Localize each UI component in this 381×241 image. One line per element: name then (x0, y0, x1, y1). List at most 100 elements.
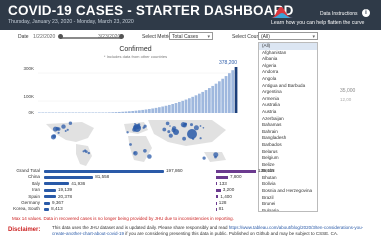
bar-value-secondary: 81 (218, 206, 224, 212)
y-tick-bottom: 0K (28, 110, 34, 115)
country-option[interactable]: Bahrain (259, 129, 317, 136)
country-bar[interactable] (44, 182, 70, 186)
case-bubble (182, 136, 187, 141)
trend-bar (84, 112, 88, 113)
case-bubble (169, 125, 171, 127)
trend-bar (38, 112, 41, 113)
country-option[interactable]: Bangladesh (259, 135, 317, 142)
country-bar-secondary[interactable] (216, 188, 221, 192)
case-bubble (199, 125, 202, 127)
country-option[interactable]: Barbados (259, 142, 317, 149)
trend-bar (188, 98, 191, 113)
country-bar[interactable] (44, 207, 50, 211)
country-value: (All) (261, 34, 270, 40)
case-bubble (199, 137, 202, 140)
confirmed-note: * Includes data from other countries (103, 54, 168, 59)
case-bubble (193, 125, 199, 131)
footnote: Max 14 values. Data in recovered cases i… (12, 216, 234, 221)
country-bar-secondary[interactable] (216, 169, 256, 173)
data-instructions-link[interactable]: Data Instructions (320, 11, 358, 17)
country-option[interactable]: Argentina (259, 89, 317, 96)
country-bar[interactable] (44, 188, 56, 192)
trend-bar (51, 112, 55, 113)
country-bar-secondary[interactable] (216, 201, 217, 205)
flatten-curve-link[interactable]: Learn how you can help flatten the curve (271, 20, 364, 26)
country-select[interactable]: (All) ▾ (258, 32, 318, 40)
case-bubble (214, 155, 217, 159)
confirmed-panel: Confirmed * Includes data from other cou… (12, 44, 259, 169)
trend-bar (138, 110, 141, 113)
case-bubble (57, 131, 60, 134)
dashboard-title: COVID-19 CASES - STARTER DASHBOARD (8, 3, 294, 18)
trend-bar (134, 110, 138, 113)
bar-value-secondary: 3,200 (222, 187, 235, 193)
country-option[interactable]: Andorra (259, 69, 317, 76)
country-bar-secondary[interactable] (216, 182, 218, 186)
country-option[interactable]: (All) (259, 43, 317, 50)
country-bar-secondary[interactable] (216, 175, 228, 179)
case-bubble (143, 124, 147, 128)
country-bar[interactable] (44, 169, 164, 173)
flatten-curve-icon[interactable] (271, 5, 293, 19)
world-map[interactable] (36, 116, 246, 168)
chevron-down-icon: ▾ (312, 34, 315, 40)
bar-value: 197,860 (166, 168, 183, 173)
bar-value: 41,936 (71, 180, 86, 186)
metric-value: Total Cases (172, 34, 199, 40)
trend-bar (181, 100, 185, 113)
metric-label: Select Metric (142, 34, 171, 40)
trend-bar (118, 111, 121, 113)
trend-bar (64, 112, 68, 113)
bar-label: Italy (31, 180, 40, 186)
case-bubble (143, 149, 147, 153)
case-bubble (64, 130, 67, 132)
bar-label: Spain (28, 193, 40, 199)
trend-bar (78, 112, 81, 113)
slider-start-handle[interactable] (58, 34, 63, 39)
country-bar[interactable] (44, 195, 56, 199)
bar-value-secondary: 1,400 (220, 193, 232, 199)
trend-bar (194, 95, 198, 113)
bar-label: Korea, South (13, 206, 40, 212)
trend-bar (224, 76, 228, 113)
case-bubble (184, 122, 187, 126)
trend-bar (121, 111, 125, 113)
country-option[interactable]: Antigua and Barbuda (259, 83, 317, 90)
trend-bar (168, 104, 171, 113)
case-bubble (68, 121, 73, 125)
country-bar-secondary[interactable] (216, 195, 219, 199)
right-panel-value: 35,000 (340, 88, 356, 94)
bar-label: Germany (21, 200, 40, 205)
case-bubble (168, 133, 173, 138)
country-bar[interactable] (44, 201, 50, 205)
trend-bar (174, 103, 178, 113)
trend-bar (148, 108, 151, 113)
country-option[interactable]: Azerbaijan (259, 116, 317, 123)
info-icon[interactable]: i (362, 9, 370, 17)
trend-bar (71, 112, 75, 113)
country-option[interactable]: Angola (259, 76, 317, 83)
trend-bar (144, 109, 148, 113)
country-option[interactable]: Afghanistan (259, 50, 317, 57)
country-option[interactable]: Belarus (259, 149, 317, 156)
country-option[interactable]: Algeria (259, 63, 317, 70)
case-bubble (129, 143, 132, 146)
trend-bar (191, 96, 195, 113)
bar-value: 19,139 (58, 187, 73, 193)
trend-bar (161, 106, 165, 113)
country-option[interactable]: Austria (259, 109, 317, 116)
case-bubble (147, 154, 152, 159)
trend-bar (108, 112, 111, 113)
metric-select[interactable]: Total Cases ▾ (169, 32, 213, 40)
country-option[interactable]: Belgium (259, 155, 317, 162)
trend-bar (101, 112, 105, 113)
country-option[interactable]: Armenia (259, 96, 317, 103)
country-option[interactable]: Bahamas (259, 122, 317, 129)
country-bar-secondary[interactable] (216, 207, 217, 211)
trend-chart[interactable] (38, 63, 238, 115)
case-bubble-large (173, 129, 179, 135)
country-bar[interactable] (44, 175, 94, 179)
trend-bar (198, 93, 201, 113)
country-option[interactable]: Australia (259, 102, 317, 109)
country-option[interactable]: Albania (259, 56, 317, 63)
